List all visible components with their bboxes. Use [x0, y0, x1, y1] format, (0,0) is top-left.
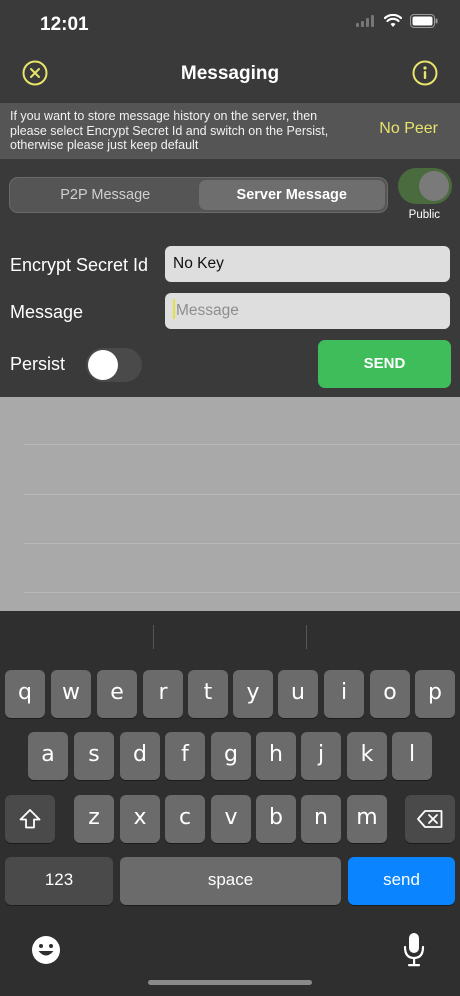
- key-c[interactable]: c: [165, 795, 205, 843]
- key-o[interactable]: o: [370, 670, 410, 718]
- home-indicator[interactable]: [148, 980, 312, 985]
- secret-id-field[interactable]: No Key: [165, 246, 450, 282]
- info-text: If you want to store message history on …: [10, 109, 329, 152]
- status-icons: [356, 14, 438, 28]
- status-time: 12:01: [40, 14, 89, 35]
- key-v[interactable]: v: [211, 795, 251, 843]
- key-l[interactable]: l: [392, 732, 432, 780]
- page-title: Messaging: [180, 63, 280, 84]
- key-p[interactable]: p: [415, 670, 455, 718]
- message-label: Message: [10, 302, 84, 322]
- numbers-key[interactable]: 123: [5, 857, 113, 905]
- key-t[interactable]: t: [188, 670, 228, 718]
- signal-icon: [356, 15, 374, 27]
- public-toggle[interactable]: [398, 168, 452, 204]
- key-g[interactable]: g: [211, 732, 251, 780]
- message-form: Encrypt Secret Id No Key Message Message…: [0, 227, 460, 397]
- key-e[interactable]: e: [97, 670, 137, 718]
- key-d[interactable]: d: [120, 732, 160, 780]
- info-circle-icon: [412, 60, 438, 86]
- message-placeholder: Message: [176, 302, 239, 319]
- message-history-list[interactable]: [0, 397, 460, 611]
- status-bar: 12:01: [0, 0, 460, 48]
- emoji-button[interactable]: [30, 934, 62, 966]
- key-q[interactable]: q: [5, 670, 45, 718]
- backspace-key[interactable]: [405, 795, 455, 843]
- key-m[interactable]: m: [347, 795, 387, 843]
- tab-p2p-message[interactable]: P2P Message: [12, 180, 199, 210]
- key-s[interactable]: s: [74, 732, 114, 780]
- send-button[interactable]: SEND: [318, 340, 451, 388]
- suggestion-divider: [306, 625, 307, 649]
- list-separator: [24, 543, 460, 544]
- shift-icon: [19, 809, 41, 829]
- battery-icon: [410, 14, 438, 28]
- key-y[interactable]: y: [233, 670, 273, 718]
- keyboard-send-key[interactable]: send: [348, 857, 455, 905]
- key-x[interactable]: x: [120, 795, 160, 843]
- wifi-icon: [384, 14, 402, 27]
- peer-status: No Peer: [379, 120, 438, 137]
- emoji-icon: [32, 936, 60, 964]
- key-b[interactable]: b: [256, 795, 296, 843]
- key-u[interactable]: u: [278, 670, 318, 718]
- tab-server-message[interactable]: Server Message: [198, 180, 385, 210]
- key-z[interactable]: z: [74, 795, 114, 843]
- public-label: Public: [408, 209, 440, 221]
- key-f[interactable]: f: [165, 732, 205, 780]
- backspace-icon: [417, 810, 443, 828]
- dictation-button[interactable]: [402, 932, 426, 968]
- keyboard: q w e r t y u i o p a s d f g h j k l z …: [0, 611, 460, 996]
- info-button[interactable]: [412, 60, 438, 86]
- navigation-bar: Messaging: [0, 48, 460, 100]
- persist-toggle[interactable]: [86, 348, 142, 382]
- key-w[interactable]: w: [51, 670, 91, 718]
- public-toggle-knob: [419, 171, 449, 201]
- key-a[interactable]: a: [28, 732, 68, 780]
- message-type-segmented-control: P2P Message Server Message: [9, 177, 388, 213]
- text-caret: [173, 299, 175, 320]
- space-key[interactable]: space: [120, 857, 341, 905]
- key-j[interactable]: j: [301, 732, 341, 780]
- key-r[interactable]: r: [143, 670, 183, 718]
- shift-key[interactable]: [5, 795, 55, 843]
- key-i[interactable]: i: [324, 670, 364, 718]
- suggestion-divider: [153, 625, 154, 649]
- microphone-icon: [403, 933, 425, 967]
- list-separator: [24, 592, 460, 593]
- list-separator: [24, 494, 460, 495]
- secret-id-label: Encrypt Secret Id: [10, 255, 149, 275]
- message-input[interactable]: Message: [165, 293, 450, 329]
- key-k[interactable]: k: [347, 732, 387, 780]
- info-banner: If you want to store message history on …: [0, 103, 460, 159]
- key-h[interactable]: h: [256, 732, 296, 780]
- persist-toggle-knob: [88, 350, 118, 380]
- key-n[interactable]: n: [301, 795, 341, 843]
- list-separator: [24, 444, 460, 445]
- mode-row: P2P Message Server Message Public: [0, 163, 460, 227]
- persist-label: Persist: [10, 354, 66, 374]
